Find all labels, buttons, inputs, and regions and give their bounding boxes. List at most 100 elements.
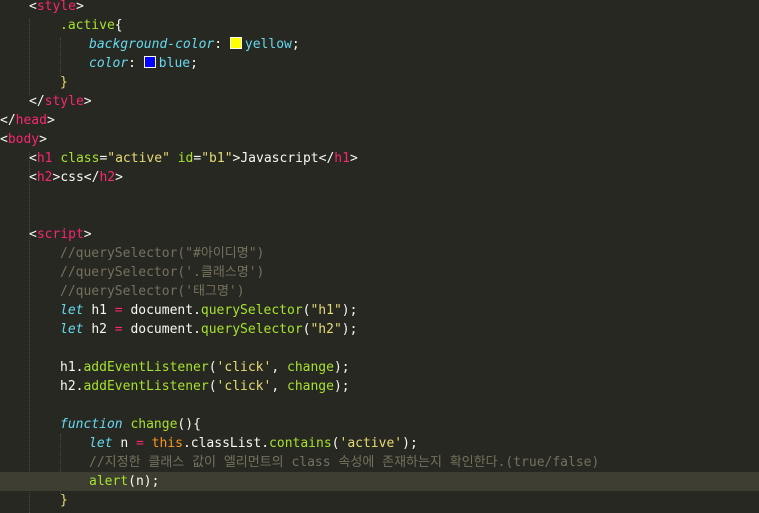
code-token: >: [115, 170, 123, 185]
code-line-15[interactable]: //querySelector('.클래스명'): [0, 263, 759, 282]
code-token: this: [151, 436, 183, 451]
code-token: "h1": [310, 303, 342, 318]
code-token: h1: [91, 303, 107, 318]
code-token: head: [15, 113, 47, 128]
code-token: addEventListener: [83, 379, 209, 394]
code-line-5[interactable]: }: [0, 73, 759, 92]
code-line-25[interactable]: //지정한 클래스 값이 엘리먼트의 class 속성에 존재하는지 확인한다.…: [0, 453, 759, 472]
code-token: );: [341, 322, 358, 337]
code-token: h2: [91, 322, 107, 337]
code-token: </: [0, 113, 16, 128]
code-token: class: [60, 151, 100, 166]
code-line-9[interactable]: <h1 class="active" id="b1">Javascript</h…: [0, 149, 759, 168]
code-token: >: [349, 151, 358, 166]
code-token: </: [83, 170, 100, 185]
code-token: >: [39, 132, 47, 147]
code-token: body: [7, 132, 40, 147]
code-token: change: [287, 360, 334, 375]
code-token: "h2": [310, 322, 342, 337]
code-line-7[interactable]: </head>: [0, 111, 759, 130]
code-token: (: [331, 436, 340, 451]
code-token: 'active': [339, 436, 403, 451]
code-token: =: [135, 436, 144, 451]
code-line-21[interactable]: h2.addEventListener('click', change);: [0, 377, 759, 396]
code-token: <: [29, 170, 37, 185]
code-comment: //querySelector('태그명'): [60, 284, 245, 299]
code-token: </: [318, 151, 335, 166]
color-swatch-icon: [143, 56, 156, 68]
code-token: let: [89, 436, 113, 451]
code-line-13[interactable]: <script>: [0, 225, 759, 244]
code-line-26[interactable]: alert(n);: [0, 472, 759, 491]
code-token: ;: [190, 56, 198, 71]
code-line-14[interactable]: //querySelector("#아이디명"): [0, 244, 759, 263]
code-token: change: [287, 379, 334, 394]
code-token: .: [182, 436, 191, 451]
code-token: h2: [36, 170, 53, 185]
code-token: .: [261, 436, 270, 451]
code-token: .active: [60, 18, 115, 33]
code-line-10[interactable]: <h2>css</h2>: [0, 168, 759, 187]
code-line-20[interactable]: h1.addEventListener('click', change);: [0, 358, 759, 377]
code-comment: //지정한 클래스 값이 엘리먼트의 class 속성에 존재하는지 확인한다.…: [89, 455, 600, 470]
code-token: :: [214, 37, 223, 52]
code-line-3[interactable]: background-color: yellow;: [0, 35, 759, 54]
code-token: =: [114, 322, 123, 337]
code-token: >: [46, 113, 55, 128]
code-token: </: [29, 94, 45, 109]
code-token: h1: [334, 151, 350, 166]
code-token: <: [29, 227, 37, 242]
code-token: );: [402, 436, 418, 451]
code-token: <: [29, 151, 37, 166]
code-token: classList: [190, 436, 262, 451]
code-line-2[interactable]: .active{: [0, 16, 759, 35]
code-line-27[interactable]: }: [0, 491, 759, 510]
code-token: }: [60, 493, 68, 508]
code-token: h2: [99, 170, 116, 185]
code-token: =: [114, 303, 123, 318]
code-token: (: [208, 360, 217, 375]
code-line-4[interactable]: color: blue;: [0, 54, 759, 73]
code-token: blue: [158, 56, 191, 71]
code-token: change: [130, 417, 178, 432]
code-token: contains: [269, 436, 332, 451]
code-token: color: [89, 56, 129, 71]
code-token: querySelector: [200, 303, 303, 318]
color-swatch-icon: [229, 37, 242, 49]
code-token: >: [75, 0, 84, 14]
code-token: (: [208, 379, 217, 394]
code-token: (): [177, 417, 194, 432]
code-token: <: [0, 132, 8, 147]
code-token: Javascript: [240, 151, 319, 166]
code-token: ,: [271, 360, 280, 375]
code-token: css: [60, 170, 84, 185]
code-line-1[interactable]: <style>: [0, 0, 759, 16]
code-line-8[interactable]: <body>: [0, 130, 759, 149]
code-token: style: [44, 94, 84, 109]
code-token: script: [36, 227, 84, 242]
code-line-16[interactable]: //querySelector('태그명'): [0, 282, 759, 301]
code-token: h2: [60, 379, 76, 394]
code-token: .: [193, 303, 201, 318]
code-token: );: [333, 379, 350, 394]
code-line-24[interactable]: let n = this.classList.contains('active'…: [0, 434, 759, 453]
code-token: let: [60, 303, 84, 318]
code-token: alert: [89, 474, 129, 489]
code-token: }: [60, 75, 68, 90]
code-token: h1: [36, 151, 53, 166]
code-editor[interactable]: <style> .active{ background-color: yello…: [0, 0, 759, 513]
code-token: "active": [107, 151, 170, 166]
code-token: "b1": [201, 151, 233, 166]
code-token: querySelector: [200, 322, 303, 337]
code-line-18[interactable]: let h2 = document.querySelector("h2");: [0, 320, 759, 339]
code-token: addEventListener: [83, 360, 209, 375]
code-token: 'click': [216, 360, 272, 375]
code-token: <: [29, 0, 37, 14]
code-line-23[interactable]: function change(){: [0, 415, 759, 434]
code-token: n: [120, 436, 129, 451]
code-token: {: [193, 417, 201, 432]
code-token: {: [114, 18, 123, 33]
code-line-6[interactable]: </style>: [0, 92, 759, 111]
code-line-17[interactable]: let h1 = document.querySelector("h1");: [0, 301, 759, 320]
code-token: function: [60, 417, 123, 432]
